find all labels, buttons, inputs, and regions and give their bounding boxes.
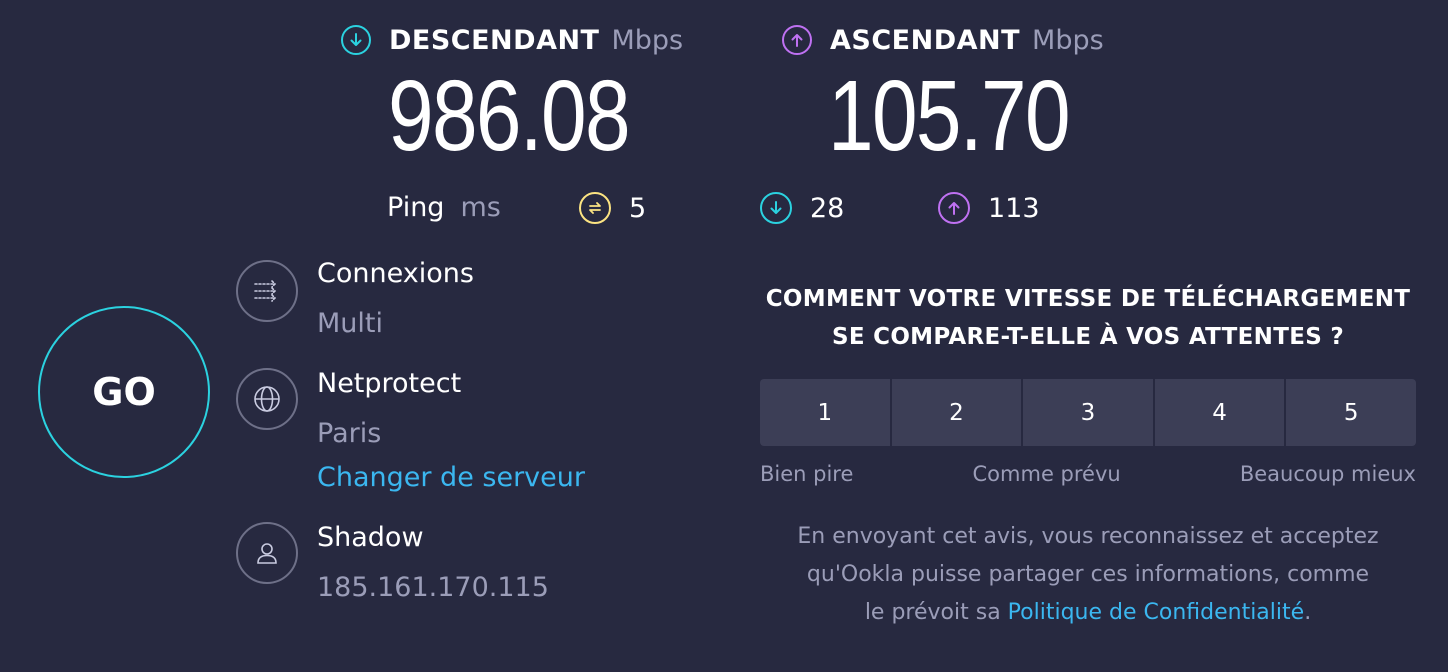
disclaimer-line: qu'Ookla puisse partager ces information… xyxy=(806,562,1370,587)
rating-option-5[interactable]: 5 xyxy=(1286,379,1416,446)
upload-latency-value: 113 xyxy=(988,192,1040,224)
disclaimer-line: le prévoit sa Politique de Confidentiali… xyxy=(756,594,1420,632)
scale-low-label: Bien pire xyxy=(760,462,854,486)
download-latency-icon xyxy=(760,192,792,224)
provider-title: Shadow xyxy=(317,522,424,553)
connections-title: Connexions xyxy=(317,258,474,289)
upload-header: ASCENDANT Mbps xyxy=(782,20,1104,60)
upload-latency-icon xyxy=(938,192,970,224)
survey-disclaimer: En envoyant cet avis, vous reconnaissez … xyxy=(756,518,1420,632)
ping-label: Ping xyxy=(387,192,445,223)
download-speed-value: 986.08 xyxy=(388,60,631,172)
upload-unit: Mbps xyxy=(1032,24,1104,56)
survey-question-line: COMMENT VOTRE VITESSE DE TÉLÉCHARGEMENT xyxy=(765,286,1411,312)
disclaimer-line: En envoyant cet avis, vous reconnaissez … xyxy=(797,524,1379,549)
idle-latency-value: 5 xyxy=(629,192,647,224)
rating-option-1[interactable]: 1 xyxy=(760,379,890,446)
globe-icon xyxy=(236,368,298,430)
provider-ip: 185.161.170.115 xyxy=(317,572,549,603)
server-title: Netprotect xyxy=(317,368,462,399)
upload-label: ASCENDANT xyxy=(830,24,1021,56)
server-location: Paris xyxy=(317,418,382,449)
go-button[interactable]: GO xyxy=(38,306,210,478)
scale-mid-label: Comme prévu xyxy=(972,462,1121,486)
download-label: DESCENDANT xyxy=(389,24,600,56)
privacy-policy-link[interactable]: Politique de Confidentialité xyxy=(1008,600,1305,625)
idle-latency-icon xyxy=(579,192,611,224)
disclaimer-end: . xyxy=(1304,600,1312,625)
idle-latency: 5 xyxy=(579,192,646,224)
disclaimer-text: le prévoit sa xyxy=(864,600,1008,625)
scale-high-label: Beaucoup mieux xyxy=(1239,462,1416,486)
rating-scale: 1 2 3 4 5 xyxy=(760,379,1416,446)
upload-latency: 113 xyxy=(938,192,1040,224)
download-header: DESCENDANT Mbps xyxy=(341,20,683,60)
rating-option-3[interactable]: 3 xyxy=(1023,379,1153,446)
survey-question: COMMENT VOTRE VITESSE DE TÉLÉCHARGEMENT … xyxy=(760,280,1416,356)
change-server-link[interactable]: Changer de serveur xyxy=(317,462,585,493)
upload-arrow-icon xyxy=(782,25,812,55)
ping-info: Ping ms xyxy=(387,192,501,223)
connections-value: Multi xyxy=(317,308,383,339)
rating-scale-labels: Bien pire Comme prévu Beaucoup mieux xyxy=(760,462,1416,486)
connections-icon xyxy=(236,260,298,322)
download-arrow-icon xyxy=(341,25,371,55)
download-unit: Mbps xyxy=(611,24,684,56)
ping-unit: ms xyxy=(460,192,501,223)
user-icon xyxy=(236,522,298,584)
rating-option-2[interactable]: 2 xyxy=(891,379,1022,446)
upload-speed-value: 105.70 xyxy=(828,60,1071,172)
download-latency: 28 xyxy=(760,192,844,224)
download-latency-value: 28 xyxy=(810,192,845,224)
rating-option-4[interactable]: 4 xyxy=(1154,379,1285,446)
survey-question-line: SE COMPARE-T-ELLE À VOS ATTENTES ? xyxy=(831,324,1345,350)
